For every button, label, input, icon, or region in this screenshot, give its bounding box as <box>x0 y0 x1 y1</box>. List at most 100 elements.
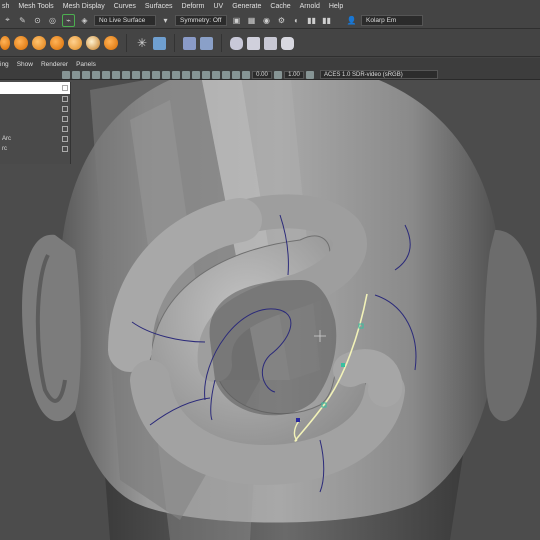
menu-help[interactable]: Help <box>329 3 343 10</box>
wireframe-icon[interactable] <box>142 70 150 79</box>
shelf-tool-2-icon[interactable] <box>14 36 28 50</box>
camera-attr-icon[interactable] <box>62 70 70 79</box>
outliner-row[interactable] <box>0 114 70 124</box>
snap-grid-icon[interactable]: ⌖ <box>2 15 13 26</box>
film-gate-icon[interactable] <box>102 70 110 79</box>
gamma-field[interactable]: 1.00 <box>284 70 304 79</box>
user-account-dropdown[interactable]: Kolarp Em <box>361 14 423 26</box>
menu-mesh-tools[interactable]: Mesh Tools <box>18 3 53 10</box>
xray-icon[interactable] <box>182 70 190 79</box>
viewport-3d[interactable] <box>0 80 540 540</box>
panel-menu-renderer[interactable]: Renderer <box>41 61 68 68</box>
control-vertex-first[interactable] <box>296 418 300 422</box>
live-surface-magnet-icon[interactable]: ◈ <box>79 15 90 26</box>
render-view-icon[interactable]: ▦ <box>246 15 257 26</box>
shelf-tool-3-icon[interactable] <box>32 36 46 50</box>
gamma-icon[interactable] <box>274 70 282 79</box>
menu-arnold[interactable]: Arnold <box>300 3 320 10</box>
menu-generate[interactable]: Generate <box>232 3 261 10</box>
menu-surfaces[interactable]: Surfaces <box>145 3 173 10</box>
menu-mesh[interactable]: sh <box>2 3 9 10</box>
shelf-separator <box>126 34 127 52</box>
visibility-toggle-icon[interactable] <box>62 116 68 122</box>
menu-uv[interactable]: UV <box>213 3 223 10</box>
menu-deform[interactable]: Deform <box>182 3 205 10</box>
status-line: ⌖ ✎ ⊙ ◎ ⌁ ◈ No Live Surface ▾ Symmetry: … <box>0 12 540 29</box>
shelf-snapshot-icon[interactable] <box>183 36 196 50</box>
image-plane-icon[interactable] <box>82 70 90 79</box>
field-chart-icon[interactable] <box>122 70 130 79</box>
outliner-row[interactable] <box>0 94 70 104</box>
bookmark-icon[interactable] <box>72 70 80 79</box>
shelf-person-icon[interactable] <box>200 36 213 50</box>
panel-menubar: ing Show Renderer Panels <box>0 58 540 70</box>
shelf-separator <box>221 34 222 52</box>
shelf-tool-5-icon[interactable] <box>68 36 82 50</box>
shelf-star-icon[interactable]: ✳ <box>135 36 149 50</box>
viewport-scene <box>0 80 540 540</box>
pause-icon[interactable]: ▮▮ <box>306 15 317 26</box>
pause-alt-icon[interactable]: ▮▮ <box>321 15 332 26</box>
safe-action-icon[interactable] <box>132 70 140 79</box>
tube-hole-shadow <box>209 279 337 416</box>
menu-cache[interactable]: Cache <box>270 3 290 10</box>
shelf-separator <box>174 34 175 52</box>
xray-joints-icon[interactable] <box>232 70 240 79</box>
user-icon: 👤 <box>346 15 357 25</box>
shadows-icon[interactable] <box>172 70 180 79</box>
shelf-pipe-icon[interactable] <box>230 36 243 50</box>
visibility-toggle-icon[interactable] <box>62 106 68 112</box>
color-management-icon[interactable] <box>306 70 314 79</box>
ambient-occlusion-icon[interactable] <box>192 70 200 79</box>
panel-menu-lighting[interactable]: ing <box>0 61 9 68</box>
exposure-field[interactable]: 0.00 <box>252 70 272 79</box>
smooth-shade-icon[interactable] <box>152 70 160 79</box>
outliner-row[interactable]: rc <box>0 144 70 154</box>
panel-menu-show[interactable]: Show <box>17 61 33 68</box>
symmetry-dropdown-icon[interactable]: ▾ <box>160 15 171 26</box>
isolate-select-icon[interactable] <box>222 70 230 79</box>
outliner-row[interactable] <box>0 124 70 134</box>
shelf-boxes-icon[interactable] <box>264 36 277 50</box>
shelf-tool-7-icon[interactable] <box>104 36 118 50</box>
render-frame-icon[interactable]: ▣ <box>231 15 242 26</box>
symmetry-dropdown[interactable]: Symmetry: Off <box>175 14 227 26</box>
exposure-icon[interactable] <box>242 70 250 79</box>
snap-live-icon[interactable]: ⌁ <box>62 13 75 27</box>
motion-blur-icon[interactable] <box>202 70 210 79</box>
main-menubar: sh Mesh Tools Mesh Display Curves Surfac… <box>0 0 540 12</box>
shelf-tool-4-icon[interactable] <box>50 36 64 50</box>
visibility-toggle-icon[interactable] <box>62 146 68 152</box>
outliner-panel: Arc rc <box>0 82 71 164</box>
shelf-grid-icon[interactable] <box>153 36 166 50</box>
colorspace-dropdown[interactable]: ACES 1.0 SDR-video (sRGB) <box>320 70 438 79</box>
control-vertex[interactable] <box>341 363 345 367</box>
lights-icon[interactable] <box>162 70 170 79</box>
visibility-toggle-icon[interactable] <box>62 126 68 132</box>
resolution-gate-icon[interactable] <box>112 70 120 79</box>
render-settings-icon[interactable]: ⚙ <box>276 15 287 26</box>
live-surface-field[interactable]: No Live Surface <box>94 14 156 26</box>
visibility-toggle-icon[interactable] <box>62 96 68 102</box>
visibility-toggle-icon[interactable] <box>62 85 68 91</box>
ipr-render-icon[interactable]: ◉ <box>261 15 272 26</box>
menu-curves[interactable]: Curves <box>114 3 136 10</box>
outliner-row-selected[interactable] <box>0 82 70 94</box>
shelf-tool-6-icon[interactable] <box>86 36 100 50</box>
aa-icon[interactable] <box>212 70 220 79</box>
snap-point-icon[interactable]: ⊙ <box>32 15 43 26</box>
grid-toggle-icon[interactable] <box>92 70 100 79</box>
shelf-stack-icon[interactable] <box>247 36 260 50</box>
panel-toolbar: 0.00 1.00 ACES 1.0 SDR-video (sRGB) <box>0 70 540 80</box>
snap-view-icon[interactable]: ◎ <box>47 15 58 26</box>
shelf: ✳ <box>0 30 540 57</box>
menu-mesh-display[interactable]: Mesh Display <box>63 3 105 10</box>
shelf-brush-icon[interactable] <box>281 36 294 50</box>
snap-curve-icon[interactable]: ✎ <box>17 15 28 26</box>
visibility-toggle-icon[interactable] <box>62 136 68 142</box>
outliner-row[interactable]: Arc <box>0 134 70 144</box>
hypershade-icon[interactable]: ◐ <box>291 15 302 26</box>
outliner-row[interactable] <box>0 104 70 114</box>
shelf-tool-1-icon[interactable] <box>0 36 10 50</box>
panel-menu-panels[interactable]: Panels <box>76 61 96 68</box>
